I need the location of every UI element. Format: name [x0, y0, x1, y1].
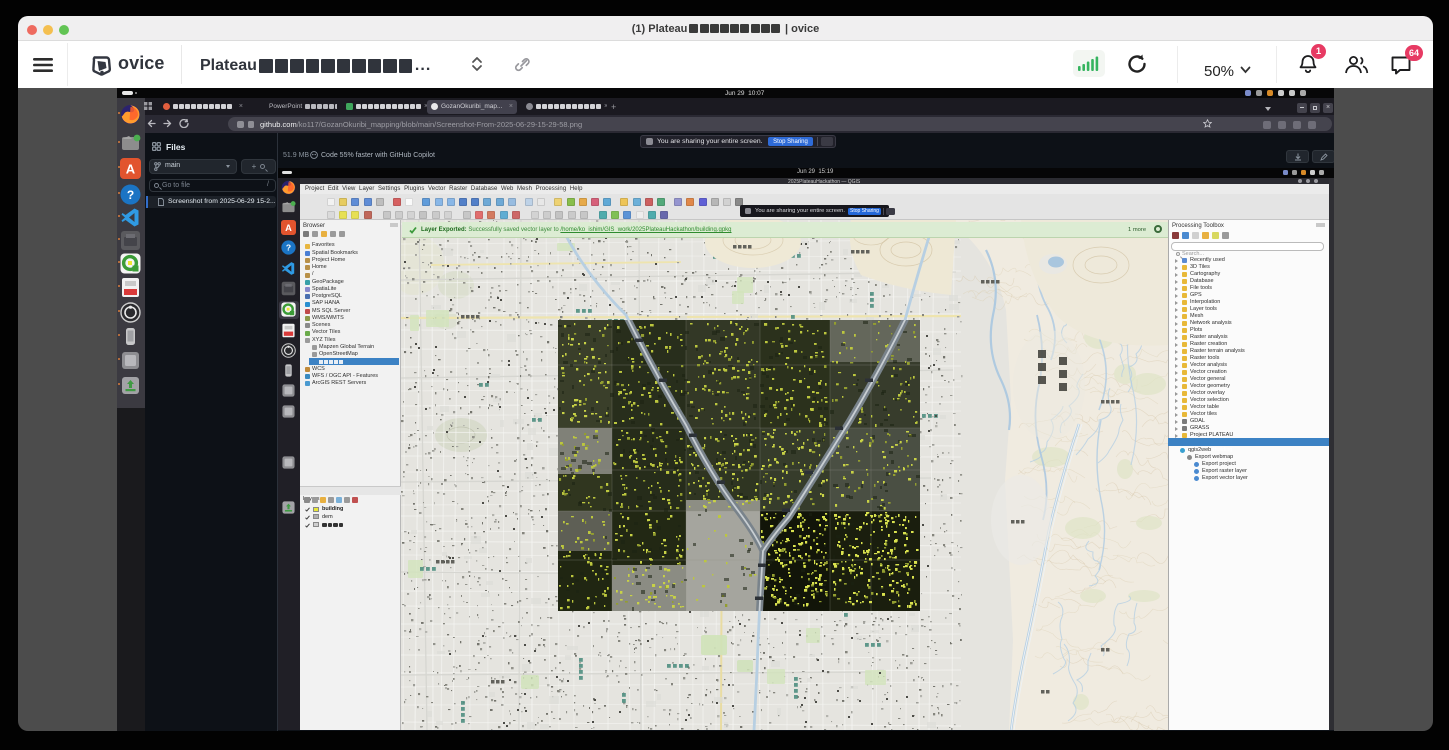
svg-text:?: ? — [127, 188, 134, 202]
svg-text:A: A — [126, 162, 136, 177]
svg-text:?: ? — [286, 243, 291, 253]
svg-text:A: A — [285, 223, 292, 233]
